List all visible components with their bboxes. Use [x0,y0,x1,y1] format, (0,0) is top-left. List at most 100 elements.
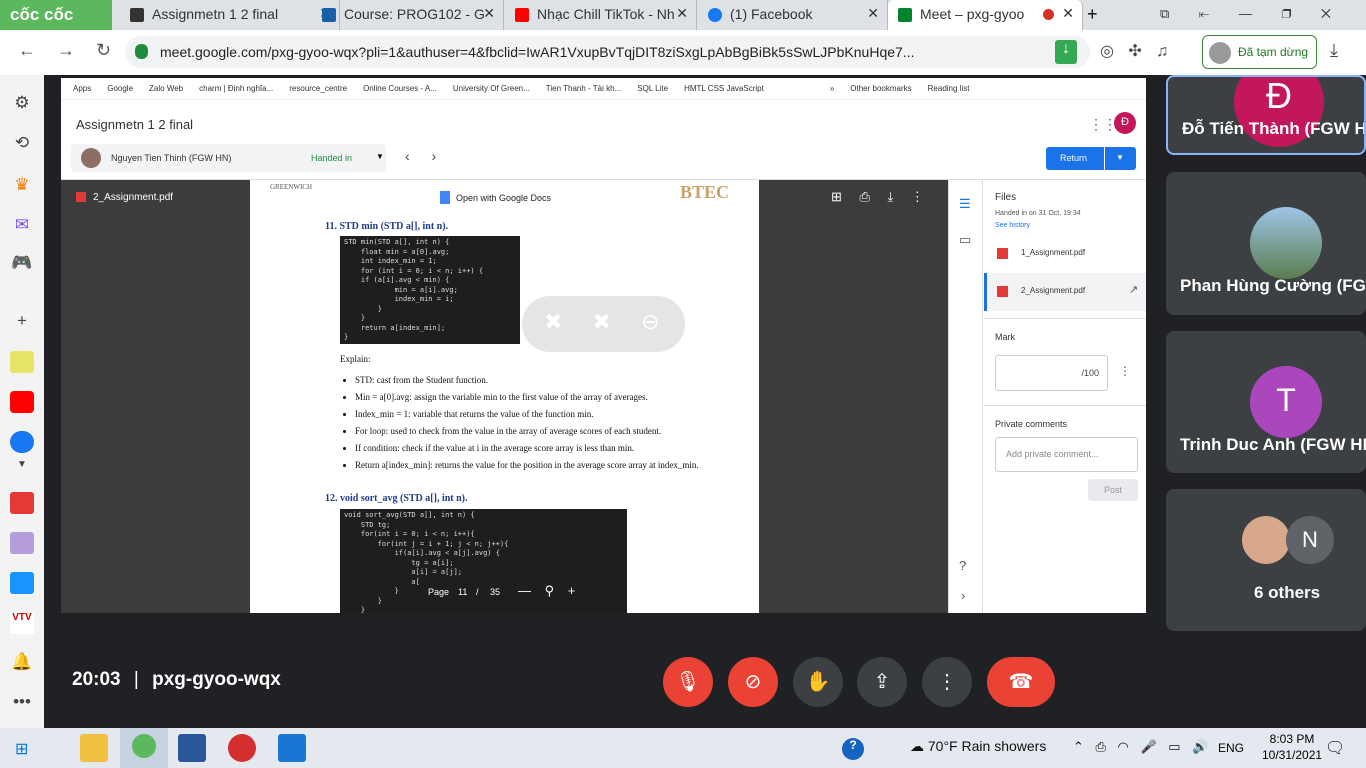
chevron-right-icon[interactable]: › [961,588,965,603]
close-tab-icon[interactable]: ✕ [483,5,495,22]
participant-tile[interactable]: T Trinh Duc Anh (FGW HN) [1166,331,1366,473]
bookmark[interactable]: SQL Lite [637,84,668,93]
bookmark[interactable]: Zalo Web [149,84,183,93]
open-with-label: Open with Google Docs [456,193,552,203]
code-line: } [344,304,382,313]
close-tab-icon[interactable]: ✕ [1062,5,1074,22]
clock[interactable]: 8:03 PM 10/31/2021 [1262,731,1322,763]
student-nav-arrows[interactable]: ‹ › [405,148,436,164]
zoom-controls[interactable]: — ⚲ + [518,583,575,599]
more-options-button[interactable]: ⋮ [922,657,972,707]
windows-start-icon[interactable]: ⊞ [15,739,28,759]
more-icon[interactable]: ••• [10,692,34,714]
tab-course[interactable]: Course: PROG102 - G ✕ [312,0,504,30]
file-name: 2_Assignment.pdf [1021,286,1086,295]
shopee-icon[interactable] [10,492,34,514]
notification-icon[interactable]: 🔔 [10,652,34,674]
crown-icon[interactable]: ♛ [10,175,34,197]
open-external-icon[interactable]: ↗ [1129,283,1138,296]
help-icon[interactable]: ? [959,558,966,573]
settings-icon[interactable]: ⚙ [10,93,34,115]
notes-icon[interactable] [10,351,34,373]
word-icon[interactable] [178,734,206,762]
bookmark[interactable]: Google [107,84,133,93]
participant-tile[interactable]: Đ Đỗ Tiến Thành (FGW HN) [1166,75,1366,155]
more-bookmarks[interactable]: » [830,84,834,93]
coccoc-logo[interactable]: cốc cốc [0,0,112,30]
comment-tab-icon[interactable]: ▭ [959,232,971,248]
bookmark[interactable]: Other bookmarks [850,84,911,93]
download-icon[interactable]: ↓ [1055,40,1077,64]
present-button[interactable]: ⇪ [857,657,907,707]
bookmark[interactable]: Tien Thanh - Tài kh... [546,84,621,93]
avatar[interactable]: Đ [1114,112,1136,134]
assignment-title: Assignmetn 1 2 final [76,117,194,132]
pdf-actions[interactable]: ⊞ ⎙ ⤓ ⋮ [831,189,924,205]
student-avatar [81,148,101,168]
return-button[interactable]: Return ▼ [1046,147,1136,170]
close-tab-icon[interactable]: ✕ [676,5,688,22]
url-bar[interactable]: meet.google.com/pxg-gyoo-wqx?pli=1&authu… [125,36,1090,68]
new-tab-button[interactable]: + [1087,4,1098,25]
help-icon[interactable]: ? [842,738,864,760]
avatar-app-icon[interactable] [10,532,34,554]
close-tab-icon[interactable]: ✕ [867,5,879,22]
page-current[interactable]: 11 [458,587,467,597]
devcpp-icon[interactable] [228,734,256,762]
mark-input[interactable]: /100 [995,355,1108,391]
recording-icon [1043,9,1054,20]
camera-off-button[interactable]: ⊘ [728,657,778,707]
bookmark[interactable]: Reading list [928,84,970,93]
vtv-icon[interactable]: VTV [10,612,34,634]
bookmark[interactable]: charm | Định nghĩa... [199,84,273,93]
chevron-down-icon[interactable]: ▼ [10,459,34,481]
tab-facebook[interactable]: (1) Facebook ✕ [698,0,888,30]
notifications-icon[interactable]: 🗨 [1325,738,1345,758]
system-tray-icons[interactable]: ⌃ ⎙ ◠ 🎤 ▭ 🔊 [1073,739,1208,755]
mic-off-button[interactable]: 🎙 [663,657,713,707]
extension-icons[interactable]: ◎ ✣ ♫ [1100,41,1168,61]
file-explorer-icon[interactable] [80,734,108,762]
student-selector[interactable]: Nguyen Tien Thinh (FGW HN) Handed in ▼ [71,144,386,172]
weather-widget[interactable]: ☁ 70°F Rain showers [910,738,1046,755]
bookmark[interactable]: HMTL CSS JavaScript [684,84,764,93]
participant-tile[interactable]: Phan Hùng Cường (FGW HN) [1166,172,1366,315]
others-tile[interactable]: N 6 others [1166,489,1366,631]
post-button[interactable]: Post [1088,479,1138,501]
language-indicator[interactable]: ENG [1218,741,1244,755]
file-item[interactable]: 1_Assignment.pdf [997,248,1085,259]
taskbar-active-app[interactable] [120,728,168,768]
bookmark[interactable]: resource_centre [289,84,347,93]
raise-hand-button[interactable]: ✋ [793,657,843,707]
history-icon[interactable]: ⟲ [10,133,34,155]
bookmark[interactable]: University Of Green... [453,84,530,93]
youtube-icon[interactable] [10,391,34,413]
chevron-down-icon[interactable]: ▼ [1116,153,1124,162]
downloads-icon[interactable]: ⤓ [1330,40,1338,61]
tab-assignment[interactable]: Assignmetn 1 2 final✕ [120,0,340,30]
pin-mute-overlay[interactable]: ✖ ✖ ⊖ [522,296,685,352]
leave-call-button[interactable]: ☎ [987,657,1055,707]
photos-icon[interactable] [278,734,306,762]
profile-button[interactable]: Đã tạm dừng [1202,35,1317,69]
file-item-selected[interactable]: 2_Assignment.pdf ↗ [984,273,1146,311]
nav-buttons[interactable]: ← → ↻ [18,40,111,61]
game-icon[interactable]: 🎮 [10,253,34,275]
bookmark[interactable]: Online Courses - A... [363,84,437,93]
pdf-viewer: GREENWICH BTEC 11. STD min (STD a[], int… [61,180,948,613]
meeting-code: pxg-gyoo-wqx [152,669,281,690]
tab-youtube[interactable]: Nhạc Chill TikTok - Nh ✕ [505,0,697,30]
bookmark[interactable]: Apps [73,84,91,93]
private-comment-input[interactable]: Add private comment... [995,437,1138,472]
add-icon[interactable]: + [10,311,34,333]
messenger-icon[interactable]: ✉ [10,215,34,237]
tiki-icon[interactable] [10,572,34,594]
open-with-docs-button[interactable]: Open with Google Docs [434,187,567,209]
more-options-icon[interactable]: ⋮ [1119,364,1131,378]
see-history-link[interactable]: See history [995,222,1030,229]
window-controls[interactable]: ⧉ ⇤ — ❐ ✕ [1160,6,1331,22]
files-tab-icon[interactable]: ☰ [959,196,971,212]
participant-name: Đỗ Tiến Thành (FGW HN) [1182,119,1366,138]
facebook-icon[interactable] [10,431,34,453]
tab-meet[interactable]: Meet – pxg-gyoo ✕ [888,0,1083,30]
